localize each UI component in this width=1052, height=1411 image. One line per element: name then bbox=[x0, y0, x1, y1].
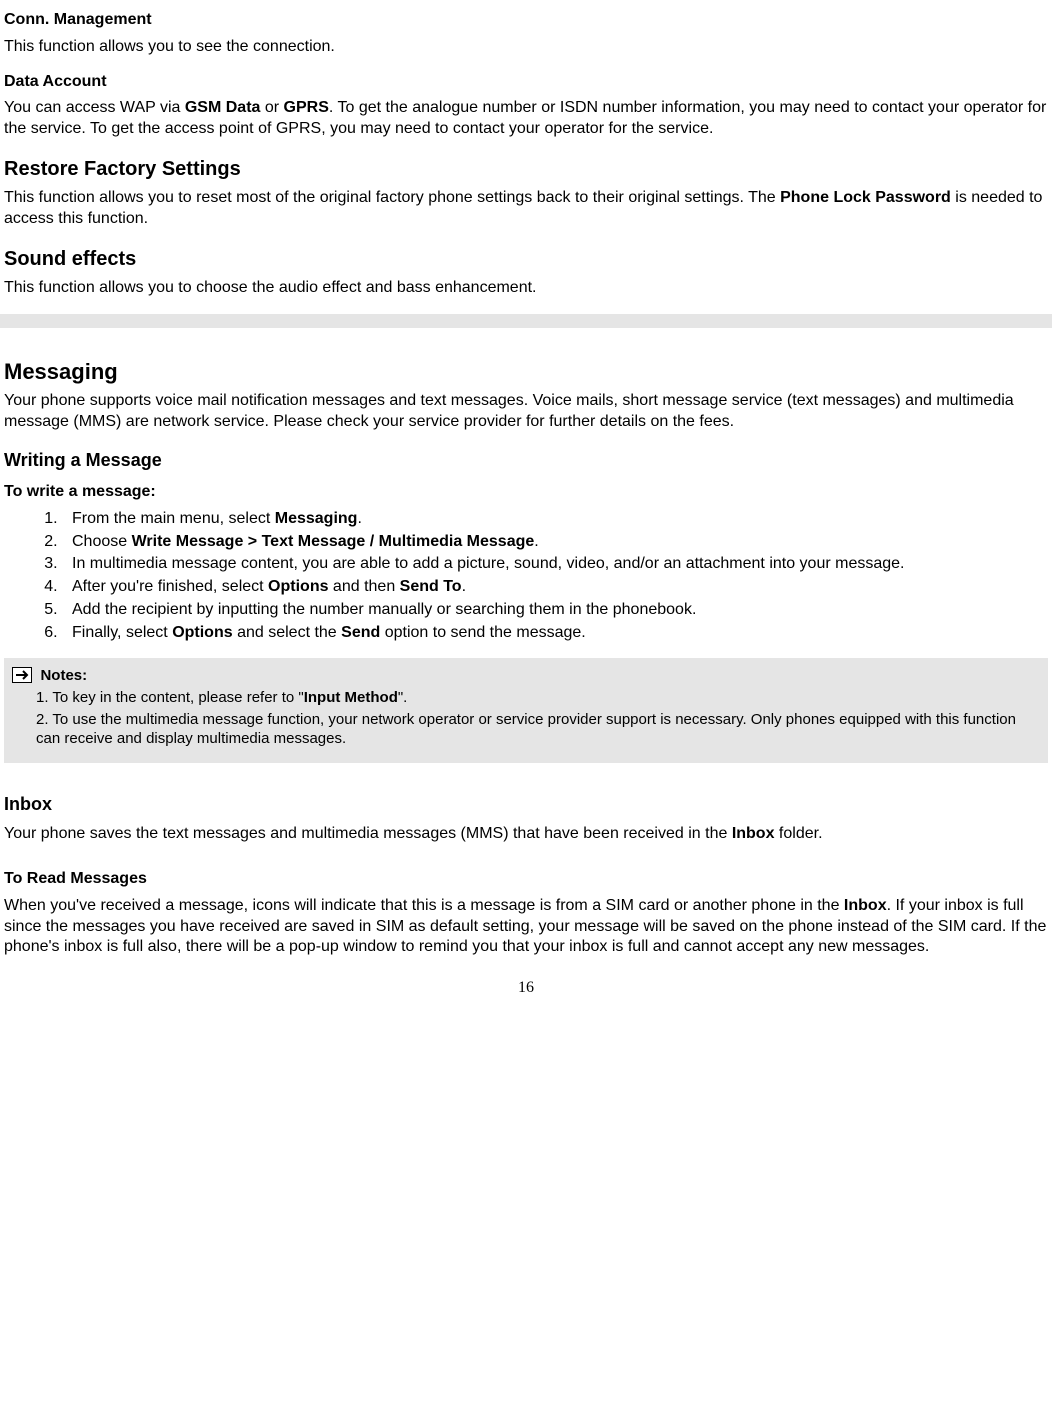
note-arrow-icon bbox=[12, 667, 32, 683]
step-3: In multimedia message content, you are a… bbox=[62, 554, 1048, 575]
heading-conn-management: Conn. Management bbox=[4, 10, 1048, 31]
heading-sound-effects: Sound effects bbox=[4, 246, 1048, 272]
notes-box: Notes: 1. To key in the content, please … bbox=[4, 658, 1048, 763]
text-conn-management: This function allows you to see the conn… bbox=[4, 37, 1048, 58]
text-to-read: When you've received a message, icons wi… bbox=[4, 896, 1048, 958]
heading-messaging: Messaging bbox=[4, 358, 1048, 387]
heading-data-account: Data Account bbox=[4, 72, 1048, 93]
step-2: Choose Write Message > Text Message / Mu… bbox=[62, 532, 1048, 553]
text-sound-effects: This function allows you to choose the a… bbox=[4, 278, 1048, 299]
text-data-account: You can access WAP via GSM Data or GPRS.… bbox=[4, 98, 1048, 140]
heading-to-write: To write a message: bbox=[4, 482, 1048, 503]
note-1: 1. To key in the content, please refer t… bbox=[36, 688, 1040, 708]
step-5: Add the recipient by inputting the numbe… bbox=[62, 600, 1048, 621]
notes-title: Notes: bbox=[40, 666, 87, 686]
section-divider bbox=[0, 314, 1052, 328]
heading-writing-message: Writing a Message bbox=[4, 449, 1048, 472]
steps-list: From the main menu, select Messaging. Ch… bbox=[4, 509, 1048, 644]
step-6: Finally, select Options and select the S… bbox=[62, 623, 1048, 644]
heading-to-read: To Read Messages bbox=[4, 869, 1048, 890]
step-1: From the main menu, select Messaging. bbox=[62, 509, 1048, 530]
page-number: 16 bbox=[4, 978, 1048, 999]
text-inbox: Your phone saves the text messages and m… bbox=[4, 824, 1048, 845]
text-restore-factory: This function allows you to reset most o… bbox=[4, 188, 1048, 230]
step-4: After you're finished, select Options an… bbox=[62, 577, 1048, 598]
heading-restore-factory: Restore Factory Settings bbox=[4, 156, 1048, 182]
text-messaging: Your phone supports voice mail notificat… bbox=[4, 391, 1048, 433]
note-2: 2. To use the multimedia message functio… bbox=[36, 710, 1040, 749]
heading-inbox: Inbox bbox=[4, 793, 1048, 816]
